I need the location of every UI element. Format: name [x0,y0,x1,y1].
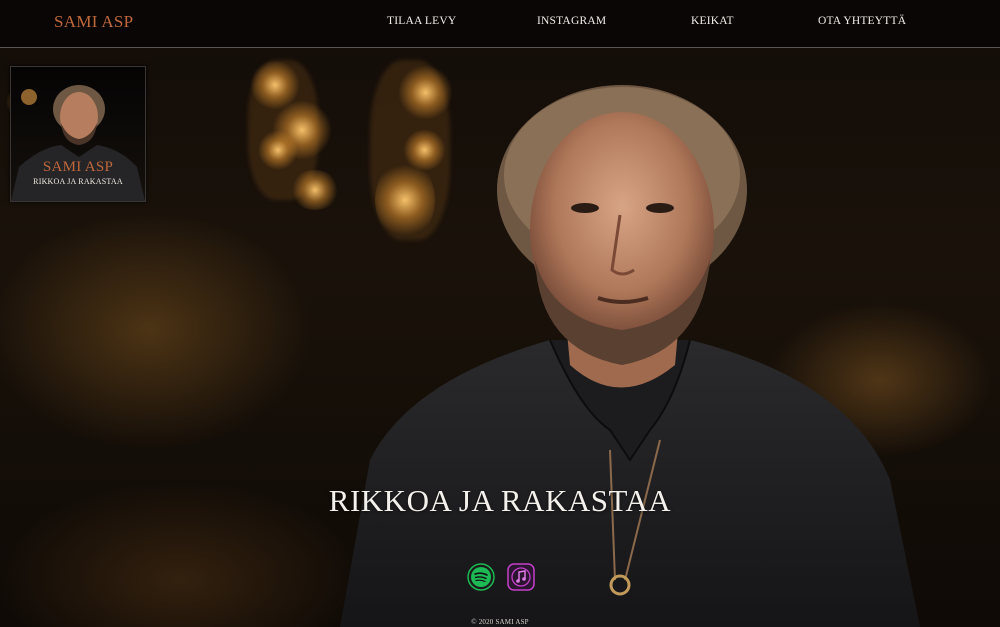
nav-link-tilaa-levy[interactable]: TILAA LEVY [387,15,456,27]
music-note-icon [507,563,535,591]
nav-link-keikat[interactable]: KEIKAT [691,15,734,27]
spotify-icon [467,563,495,591]
album-cover-thumbnail[interactable]: SAMI ASP RIKKOA JA RAKASTAA [10,66,146,202]
footer-copyright: © 2020 SAMI ASP [471,618,529,626]
artist-portrait [340,85,920,627]
apple-music-button[interactable] [507,563,535,591]
spotify-button[interactable] [467,563,495,591]
album-artist-name: SAMI ASP [42,159,114,175]
top-navigation-bar: SAMI ASP TILAA LEVY INSTAGRAM KEIKAT OTA… [0,0,1000,48]
hero-background-photo [0,0,1000,627]
hero-title: RIKKOA JA RAKASTAA [328,483,672,518]
lamp-glow [258,130,298,170]
brand-logo-link[interactable]: SAMI ASP [54,12,133,32]
nav-link-instagram[interactable]: INSTAGRAM [537,15,606,27]
album-title: RIKKOA JA RAKASTAA [33,177,123,186]
nav-link-ota-yhteytta[interactable]: OTA YHTEYTTÄ [818,15,906,27]
